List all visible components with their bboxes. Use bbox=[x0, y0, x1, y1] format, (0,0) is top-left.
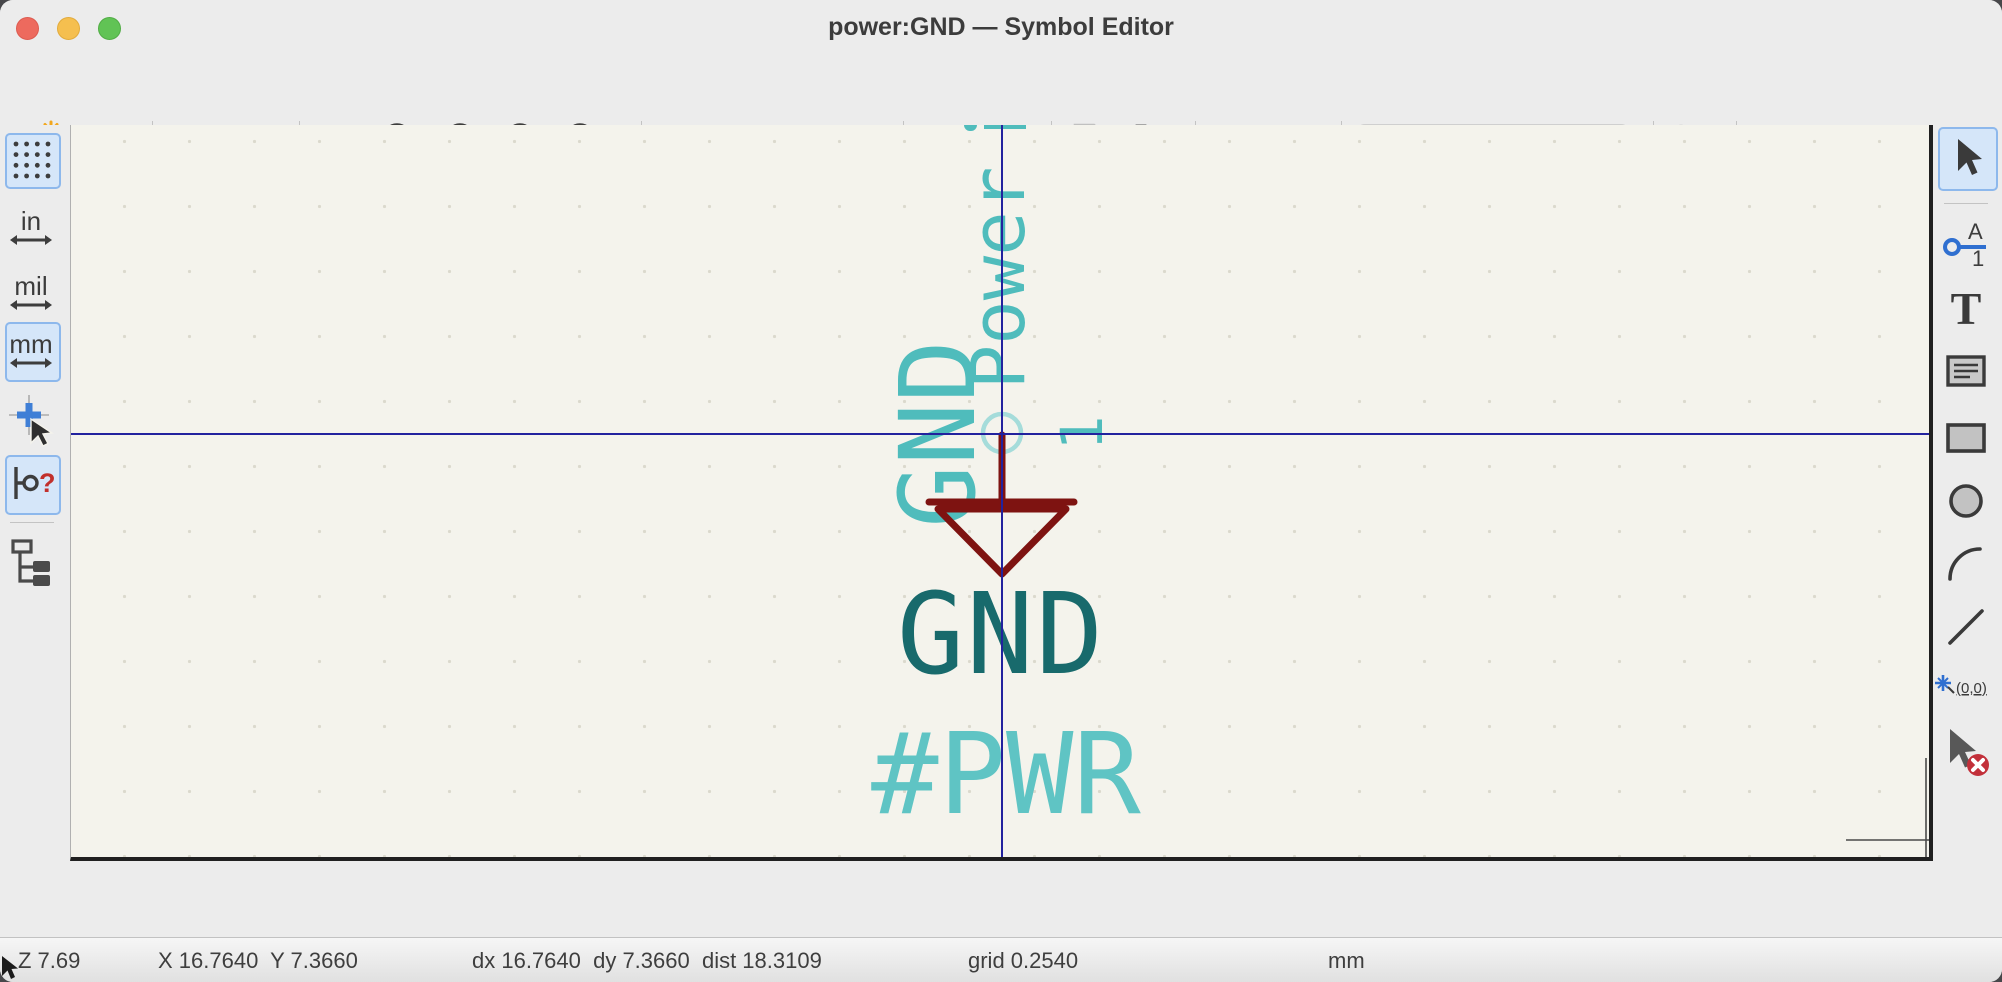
main-toolbar bbox=[0, 55, 2002, 125]
crosshair-cursor-button[interactable] bbox=[7, 393, 55, 449]
question-glyph: ? bbox=[39, 468, 55, 498]
double-arrow-icon bbox=[9, 357, 53, 369]
anchor-label: (0,0) bbox=[1956, 680, 1987, 697]
text-t-glyph: T bbox=[1951, 283, 1982, 331]
double-arrow-icon bbox=[9, 299, 53, 311]
pin-a-glyph: A bbox=[1968, 219, 1983, 244]
delete-tool-button[interactable] bbox=[1942, 725, 1994, 781]
status-units: mm bbox=[1328, 938, 1365, 982]
show-pin-electrical-types-button[interactable]: ? bbox=[7, 459, 55, 507]
mouse-cursor bbox=[0, 956, 20, 982]
editor-canvas[interactable]: Power GND 1 GND #PWR bbox=[70, 125, 1933, 861]
pin-1-glyph: 1 bbox=[1972, 246, 1984, 267]
units-mm-label: mm bbox=[9, 331, 52, 357]
rectangle-tool-button[interactable] bbox=[1942, 413, 1990, 461]
units-mil-label: mil bbox=[14, 273, 47, 299]
units-mils-button[interactable]: mil bbox=[7, 268, 55, 316]
arc-tool-button[interactable] bbox=[1942, 539, 1990, 587]
status-bar: Z 7.69 X 16.7640 Y 7.3660 dx 16.7640 dy … bbox=[0, 937, 2002, 982]
status-cursor: X 16.7640 Y 7.3660 bbox=[158, 938, 358, 982]
left-toolbar: in mil mm ? bbox=[0, 125, 70, 857]
units-in-label: in bbox=[21, 208, 41, 234]
units-inches-button[interactable]: in bbox=[7, 203, 55, 251]
right-toolbar-separator bbox=[1944, 203, 1988, 204]
move-anchor-tool-button[interactable]: (0,0) bbox=[1934, 673, 2000, 701]
gnd-symbol-graphics[interactable] bbox=[71, 125, 1929, 857]
circle-tool-button[interactable] bbox=[1942, 477, 1990, 525]
status-delta: dx 16.7640 dy 7.3660 dist 18.3109 bbox=[472, 938, 822, 982]
crosshair-horizontal bbox=[71, 433, 1929, 435]
symbol-editor-window: power:GND — Symbol Editor bbox=[0, 0, 2002, 982]
status-grid: grid 0.2540 bbox=[968, 938, 1078, 982]
text-tool-button[interactable]: T bbox=[1942, 283, 1990, 331]
grid-toggle-button[interactable] bbox=[7, 135, 55, 183]
pin-tool-button[interactable]: A1 bbox=[1942, 219, 1990, 267]
textbox-tool-button[interactable] bbox=[1942, 347, 1990, 395]
crosshair-vertical bbox=[1001, 125, 1003, 857]
double-arrow-icon bbox=[9, 234, 53, 246]
library-tree-button[interactable] bbox=[7, 537, 55, 589]
select-tool-button[interactable] bbox=[1942, 133, 1990, 181]
right-toolbar: A1 T (0,0) bbox=[1932, 125, 2002, 857]
status-zoom: Z 7.69 bbox=[18, 938, 80, 982]
titlebar: power:GND — Symbol Editor bbox=[0, 0, 2002, 56]
left-toolbar-separator bbox=[10, 522, 54, 523]
units-mm-button[interactable]: mm bbox=[7, 326, 55, 374]
sheet-margin-lines bbox=[1846, 758, 1929, 857]
window-title: power:GND — Symbol Editor bbox=[0, 0, 2002, 55]
line-tool-button[interactable] bbox=[1942, 603, 1990, 651]
